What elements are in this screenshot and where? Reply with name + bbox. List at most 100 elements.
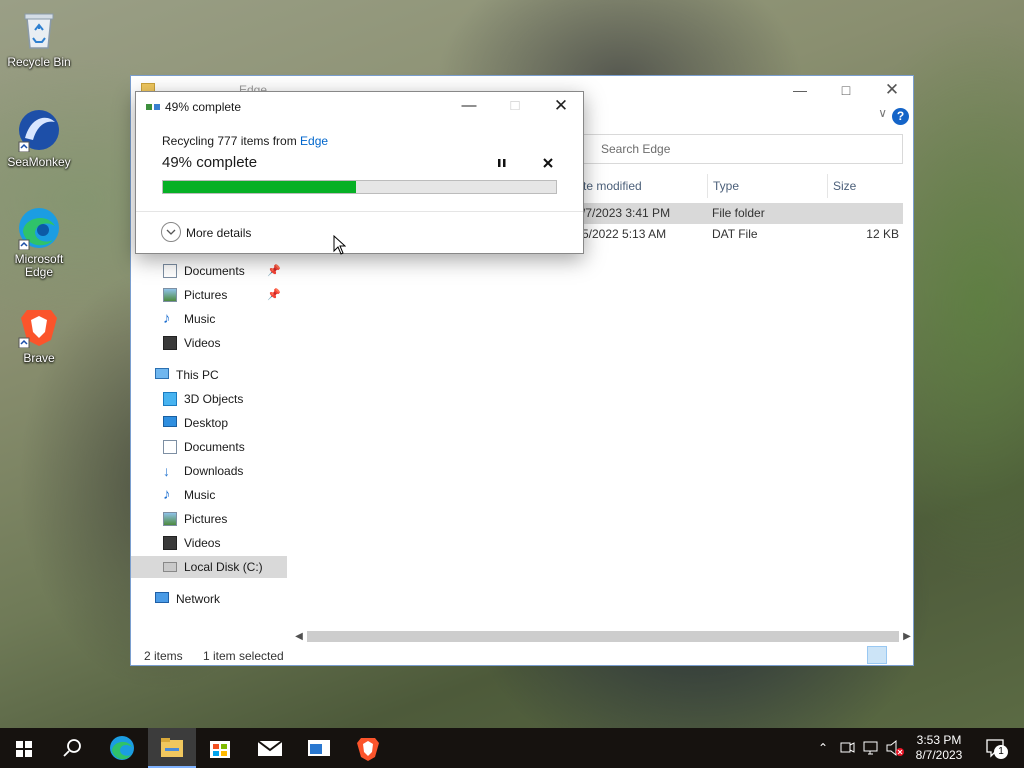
minimize-button[interactable]: — (777, 76, 823, 104)
nav-item-label: 3D Objects (184, 392, 244, 406)
column-label: te modified (583, 179, 642, 193)
column-header-type[interactable]: Type (707, 174, 827, 198)
nav-item-this-pc[interactable]: This PC (131, 364, 287, 386)
more-details-toggle[interactable]: More details (161, 222, 271, 244)
maximize-button[interactable]: □ (823, 76, 869, 104)
nav-item-label: Music (184, 488, 216, 502)
downloads-icon: ↓ (163, 463, 170, 479)
nav-item-label: Documents (184, 264, 245, 278)
cancel-operation-button[interactable] (539, 153, 557, 173)
seamonkey-icon (17, 108, 61, 153)
nav-item-pictures[interactable]: Pictures (131, 508, 287, 530)
action-center-button[interactable]: 1 (976, 728, 1020, 768)
dialog-divider (136, 211, 583, 212)
dialog-title-bar[interactable]: 49% complete — □ ✕ (136, 92, 583, 120)
pin-icon: 📌 (267, 265, 281, 277)
nav-item-label: Local Disk (C:) (184, 560, 263, 574)
nav-item-videos-quick[interactable]: Videos (131, 332, 287, 354)
mouse-cursor-icon (333, 235, 346, 255)
pin-icon: 📌 (267, 289, 281, 301)
tray-meet-icon[interactable] (838, 728, 856, 768)
search-placeholder: Search Edge (601, 142, 671, 156)
music-icon: ♪ (163, 486, 171, 503)
nav-item-music-quick[interactable]: ♪ Music (131, 308, 287, 330)
nav-item-documents[interactable]: Documents (131, 436, 287, 458)
local-disk-icon (163, 562, 177, 572)
nav-item-label: Downloads (184, 464, 244, 478)
file-date: 5/2022 5:13 AM (582, 227, 667, 241)
store-icon (210, 741, 230, 758)
chevron-down-icon[interactable]: ∨ (878, 106, 887, 120)
scrollbar-thumb[interactable] (307, 631, 899, 642)
nav-item-label: This PC (176, 368, 219, 382)
desktop-icon-label: Recycle Bin (7, 55, 71, 69)
desktop-icon-brave[interactable]: Brave (4, 304, 74, 365)
taskbar-file-explorer-button[interactable] (148, 728, 196, 768)
desktop-icon-recycle-bin[interactable]: Recycle Bin (4, 8, 74, 69)
notification-count-badge: 1 (994, 745, 1008, 759)
nav-item-local-disk[interactable]: Local Disk (C:) (131, 556, 287, 578)
desktop-icon-seamonkey[interactable]: SeaMonkey (4, 108, 74, 169)
scroll-right-arrow-icon[interactable]: ▶ (899, 628, 915, 645)
search-input[interactable]: Search Edge (583, 134, 903, 164)
brave-icon (357, 738, 379, 761)
nav-item-3d-objects[interactable]: 3D Objects (131, 388, 287, 410)
show-hidden-icons-button[interactable]: ⌃ (814, 728, 832, 768)
nav-item-desktop[interactable]: Desktop (131, 412, 287, 434)
details-view-button[interactable] (867, 646, 887, 664)
nav-item-label: Videos (184, 336, 221, 350)
nav-item-documents-quick[interactable]: Documents 📌 (131, 260, 287, 282)
dialog-title: 49% complete (165, 100, 242, 114)
brave-icon (17, 304, 61, 349)
nav-item-label: Pictures (184, 512, 228, 526)
nav-item-pictures-quick[interactable]: Pictures 📌 (131, 284, 287, 306)
progress-bar-fill (163, 181, 356, 193)
videos-icon (163, 336, 177, 350)
close-button[interactable]: ✕ (869, 76, 915, 104)
scroll-left-arrow-icon[interactable]: ◀ (291, 628, 307, 645)
taskbar-store-button[interactable] (196, 728, 244, 768)
recycle-progress-icon (146, 101, 160, 111)
taskbar: ⌃ 3:53 PM 8/7/2023 1 (0, 728, 1024, 768)
volume-muted-icon[interactable] (885, 728, 905, 768)
nav-item-label: Music (184, 312, 216, 326)
nav-item-label: Network (176, 592, 221, 606)
clock[interactable]: 3:53 PM 8/7/2023 (910, 728, 968, 768)
horizontal-scrollbar[interactable]: ◀ ▶ (291, 628, 915, 645)
chevron-up-icon: ⌃ (817, 741, 829, 755)
desktop-icon (163, 416, 177, 427)
selection-count: 1 item selected (203, 649, 284, 663)
start-button[interactable] (0, 728, 48, 768)
search-button[interactable] (48, 728, 96, 768)
nav-item-music[interactable]: ♪ Music (131, 484, 287, 506)
column-header-size[interactable]: Size (827, 174, 907, 198)
desktop-icon-edge[interactable]: Microsoft Edge (4, 206, 74, 279)
pause-button[interactable] (493, 153, 511, 173)
progress-bar (162, 180, 557, 194)
nav-item-network[interactable]: Network (131, 588, 287, 610)
nav-item-downloads[interactable]: ↓ Downloads (131, 460, 287, 482)
taskbar-app-button[interactable] (295, 728, 343, 768)
edge-icon (17, 206, 61, 251)
cancel-icon (543, 158, 553, 168)
network-status-icon[interactable] (862, 728, 880, 768)
dialog-close-button[interactable]: ✕ (538, 92, 584, 120)
dialog-maximize-button: □ (510, 97, 520, 114)
nav-item-videos[interactable]: Videos (131, 532, 287, 554)
source-folder-link[interactable]: Edge (300, 134, 328, 148)
taskbar-edge-button[interactable] (98, 728, 146, 768)
taskbar-brave-button[interactable] (344, 728, 392, 768)
documents-icon (163, 264, 177, 278)
videos-icon (163, 536, 177, 550)
chevron-down-circle-icon (161, 222, 181, 242)
taskbar-mail-button[interactable] (246, 728, 294, 768)
window-app-icon (308, 740, 330, 756)
documents-icon (163, 440, 177, 454)
dialog-minimize-button[interactable]: — (446, 92, 492, 120)
large-icons-view-button[interactable] (889, 646, 909, 664)
help-icon[interactable]: ? (892, 108, 909, 125)
music-icon: ♪ (163, 310, 171, 327)
column-header-date-modified[interactable]: te modified (583, 174, 707, 198)
nav-item-label: Desktop (184, 416, 229, 430)
pictures-icon (163, 288, 177, 302)
